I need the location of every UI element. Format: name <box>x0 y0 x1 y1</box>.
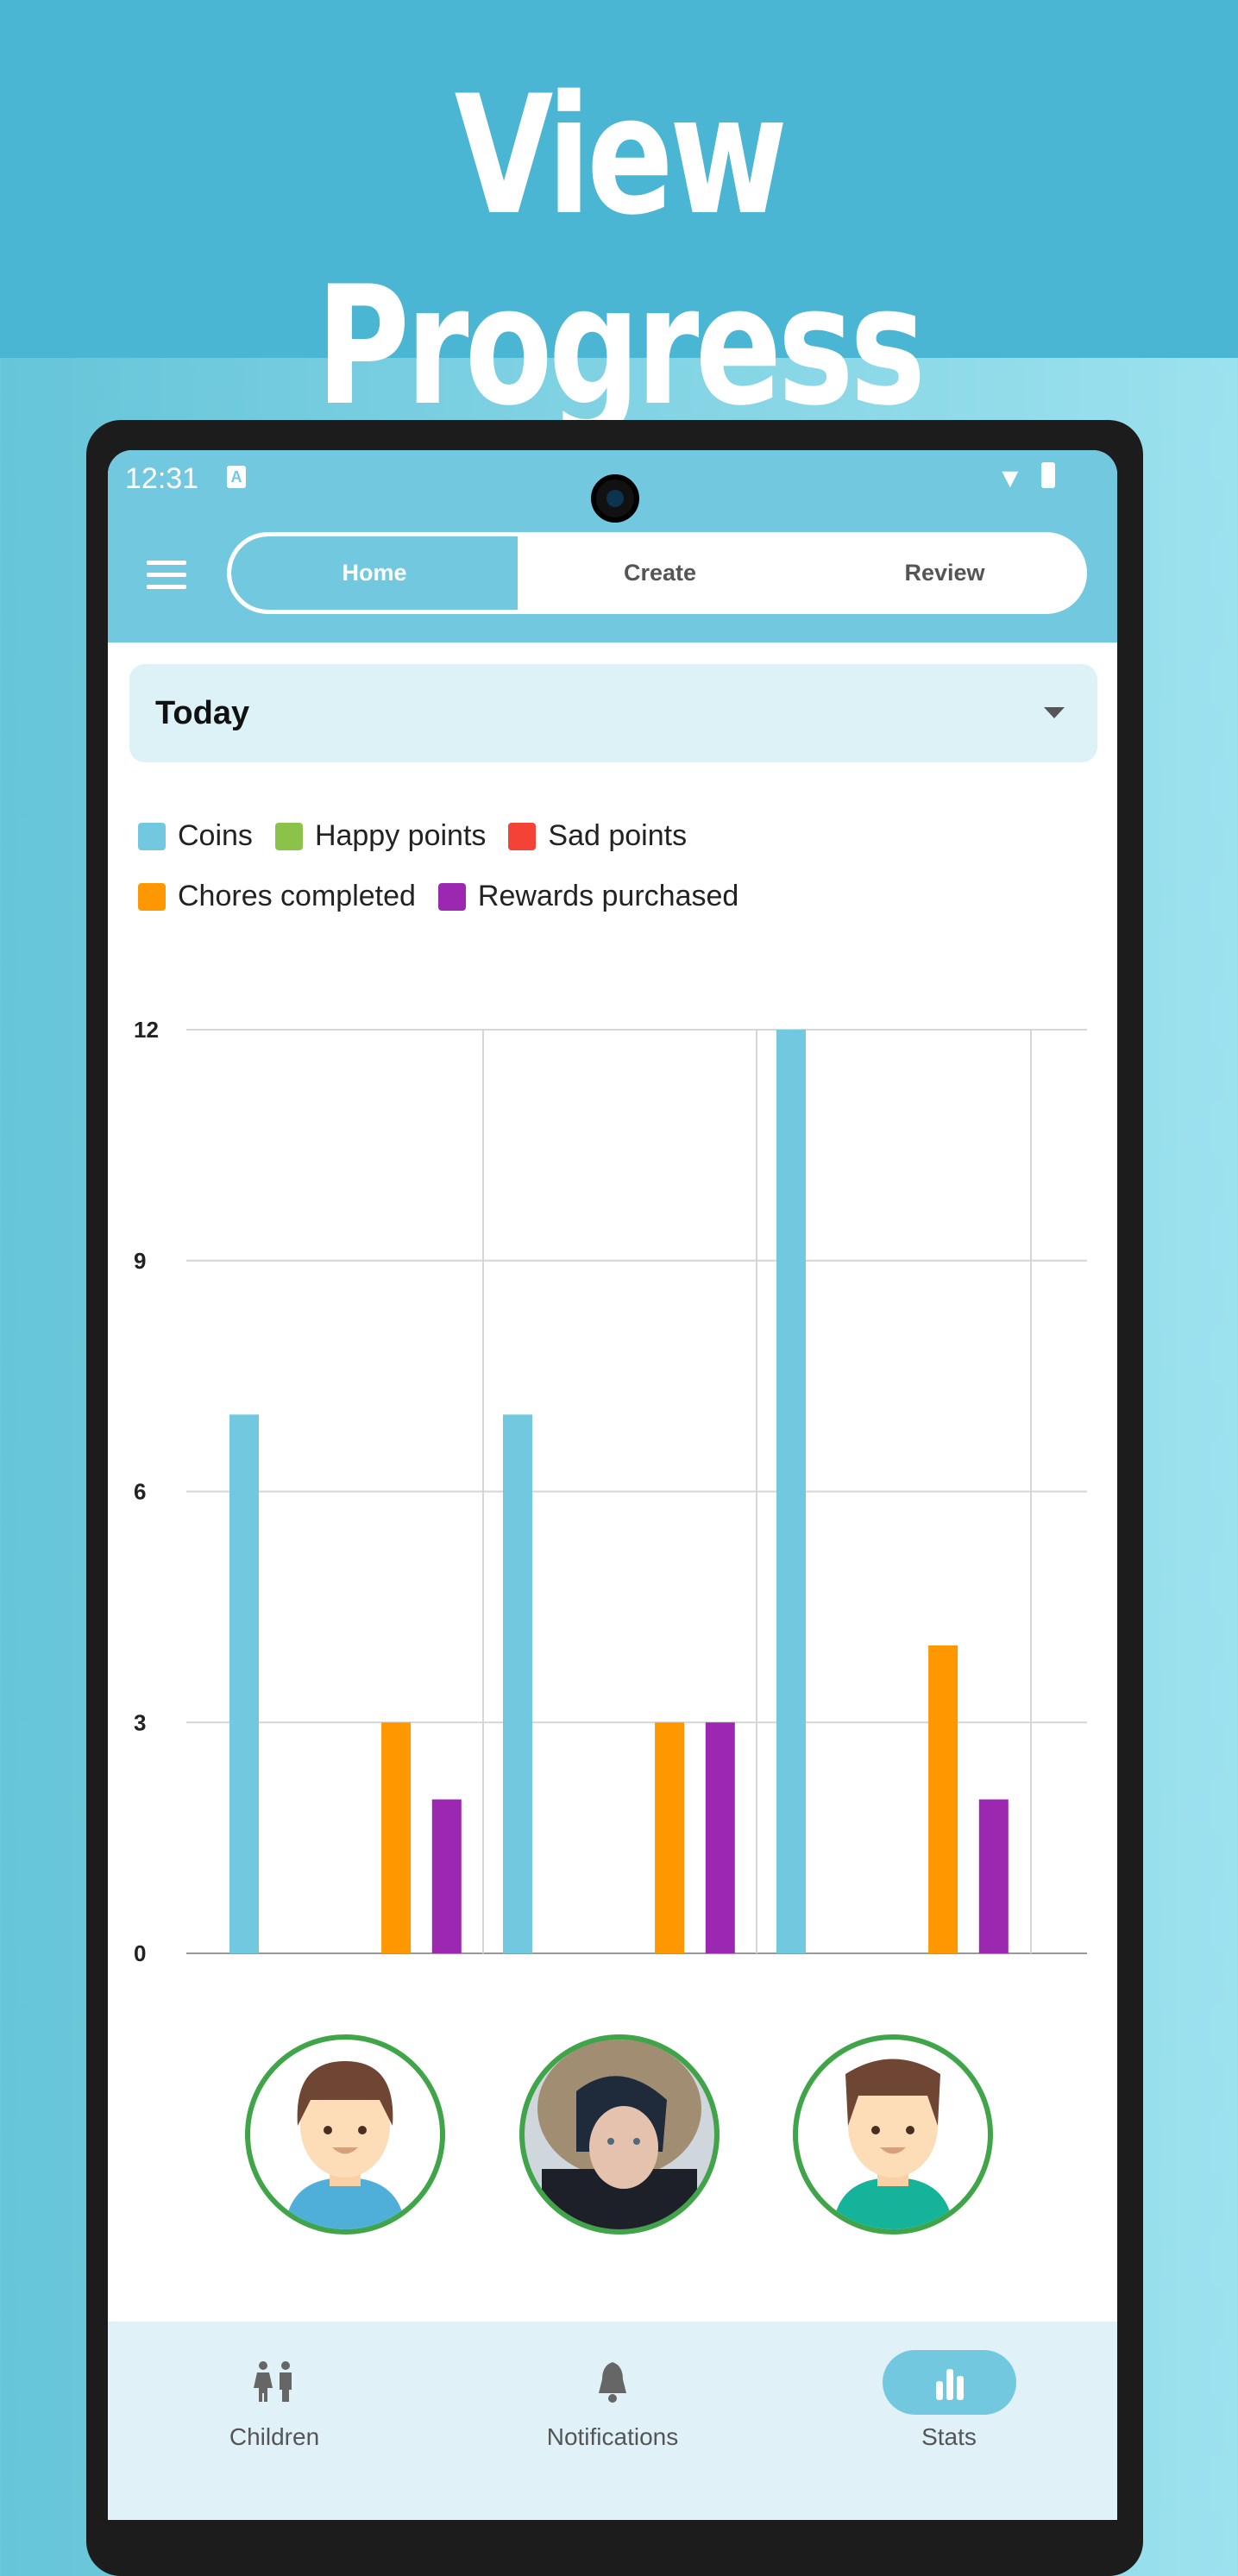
y-tick-label: 0 <box>134 1940 146 1966</box>
bar-coins <box>503 1414 532 1953</box>
y-tick-label: 3 <box>134 1709 146 1735</box>
wifi-icon: ▼ <box>996 462 1024 493</box>
y-tick-label: 12 <box>134 1017 159 1043</box>
y-tick-label: 9 <box>134 1248 146 1274</box>
legend-label: Coins <box>178 819 253 852</box>
bar-rewards-purchased <box>705 1722 735 1953</box>
legend-swatch <box>274 822 303 850</box>
section-tabs: Home Create Review <box>227 532 1087 614</box>
child-avatar-1[interactable] <box>245 2034 445 2234</box>
notification-app-icon: A <box>227 466 246 488</box>
y-tick-label: 6 <box>134 1479 146 1505</box>
legend-sad-points: Sad points <box>508 819 687 853</box>
bar-coins <box>776 1030 806 1953</box>
status-time: 12:31 <box>125 462 199 495</box>
chart-legend-row-1: Coins Happy points Sad points <box>138 819 709 853</box>
boy-avatar-icon <box>285 2061 405 2229</box>
banner-title: View Progress <box>316 60 926 442</box>
tab-review[interactable]: Review <box>802 536 1083 610</box>
legend-label: Sad points <box>548 819 688 852</box>
child-avatar-2[interactable] <box>519 2034 720 2234</box>
bar-coins <box>229 1414 259 1953</box>
legend-chores-completed: Chores completed <box>138 880 416 913</box>
legend-label: Happy points <box>314 819 487 852</box>
children-icon <box>231 2347 317 2416</box>
legend-rewards-purchased: Rewards purchased <box>437 880 739 913</box>
nav-label: Stats <box>921 2423 977 2450</box>
dropdown-arrow-icon <box>1044 707 1065 718</box>
bar-chores-completed <box>928 1645 958 1953</box>
period-dropdown[interactable]: Today <box>129 664 1097 762</box>
legend-swatch <box>508 822 537 850</box>
boy-avatar-icon <box>833 2059 953 2229</box>
phone-screen: 12:31 A ▼ Home Create Review Today Coins… <box>108 450 1117 2520</box>
bottom-navigation: Children Notifications Stats <box>108 2322 1117 2520</box>
nav-label: Children <box>229 2423 320 2450</box>
app-header: 12:31 A ▼ Home Create Review <box>108 450 1117 642</box>
legend-label: Rewards purchased <box>477 880 739 912</box>
child-avatar-3[interactable] <box>793 2034 993 2234</box>
bar-chart-icon <box>883 2350 1016 2415</box>
stats-bar-chart: 0 3 6 9 12 <box>134 1017 1087 1966</box>
battery-icon <box>1041 462 1055 488</box>
child-photo <box>525 2040 714 2229</box>
bell-icon <box>569 2347 656 2416</box>
period-value: Today <box>155 695 250 731</box>
camera-cutout <box>591 474 639 523</box>
nav-label: Notifications <box>546 2423 679 2450</box>
legend-happy-points: Happy points <box>274 819 487 853</box>
legend-coins: Coins <box>138 819 253 853</box>
chart-legend-row-2: Chores completed Rewards purchased <box>138 880 761 913</box>
bar-chores-completed <box>381 1722 412 1953</box>
hamburger-menu-icon[interactable] <box>147 561 186 590</box>
bar-chores-completed <box>655 1722 685 1953</box>
legend-label: Chores completed <box>178 880 416 912</box>
tab-home[interactable]: Home <box>231 536 518 610</box>
legend-swatch <box>138 822 166 850</box>
bar-rewards-purchased <box>431 1799 462 1953</box>
promo-banner: View Progress <box>0 0 1238 442</box>
tab-create[interactable]: Create <box>518 536 802 610</box>
legend-swatch <box>437 882 466 911</box>
legend-swatch <box>138 882 166 911</box>
bar-rewards-purchased <box>978 1799 1009 1953</box>
